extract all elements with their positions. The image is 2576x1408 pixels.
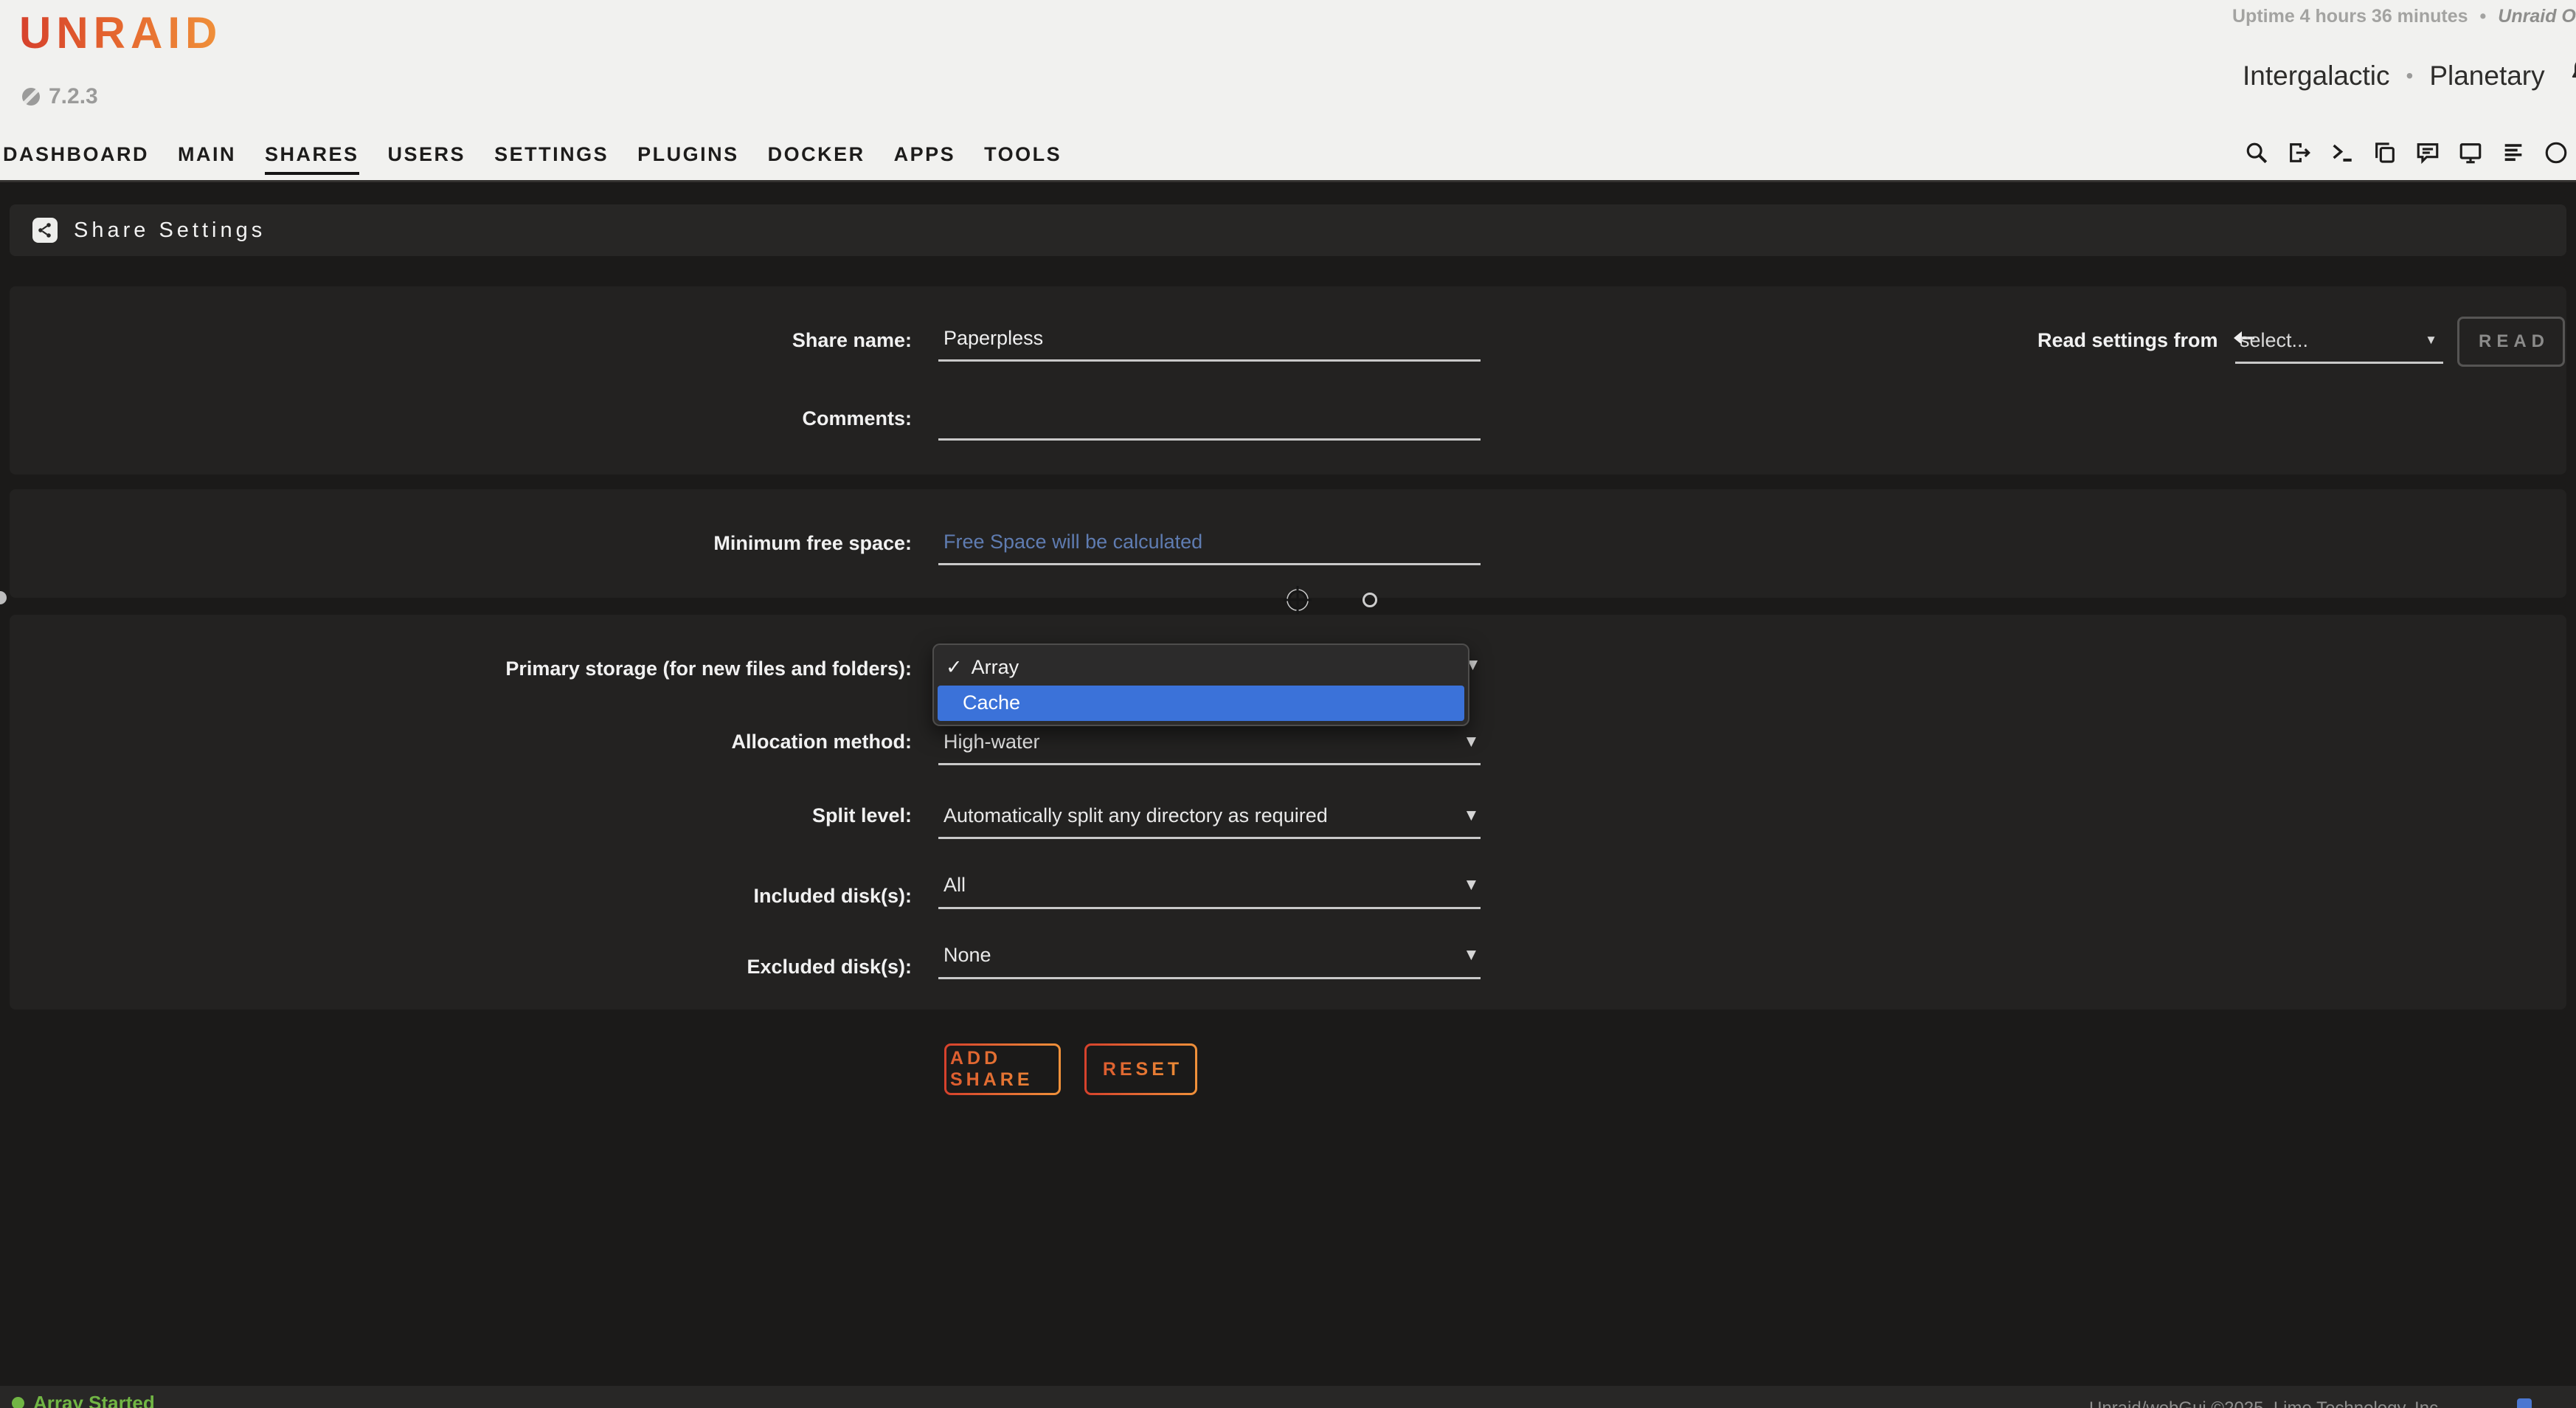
terminal-icon[interactable] <box>2330 140 2355 165</box>
comments-label: Comments: <box>0 407 912 430</box>
page-title: Share Settings <box>74 218 266 243</box>
unraid-share-settings-page: UNRAID 7.2.3 Uptime 4 hours 36 minutes•U… <box>0 0 2576 1408</box>
unraid-logo[interactable]: UNRAID <box>19 7 222 58</box>
search-icon[interactable] <box>2244 140 2269 165</box>
nav-settings[interactable]: SETTINGS <box>494 143 609 175</box>
chevron-down-icon: ▼ <box>1467 808 1476 823</box>
status-footer: Array Started Unraid/webGui ©2025, Lime … <box>0 1386 2576 1408</box>
read-settings-select[interactable]: select... ▼ <box>2235 329 2443 364</box>
lime-tech-icon[interactable] <box>2517 1398 2532 1408</box>
nav-dashboard[interactable]: DASHBOARD <box>3 143 149 175</box>
nav-apps[interactable]: APPS <box>894 143 956 175</box>
share-name-label: Share name: <box>0 329 912 352</box>
dropdown-option-array[interactable]: ✓ Array <box>946 656 1019 679</box>
chevron-down-icon: ▼ <box>2425 333 2437 348</box>
feedback-icon[interactable] <box>2415 140 2440 165</box>
log-icon[interactable] <box>2501 140 2526 165</box>
monitor-icon[interactable] <box>2458 140 2483 165</box>
nav-main[interactable]: MAIN <box>178 143 236 175</box>
primary-storage-label: Primary storage (for new files and folde… <box>0 658 912 680</box>
excluded-disks-select[interactable]: None ▼ <box>938 944 1481 979</box>
header-toolbar <box>2244 140 2569 165</box>
nav-docker[interactable]: DOCKER <box>768 143 865 175</box>
nav-plugins[interactable]: PLUGINS <box>637 143 739 175</box>
add-share-button[interactable]: ADD SHARE <box>944 1043 1061 1095</box>
dropdown-option-cache[interactable]: Cache <box>938 686 1464 721</box>
version-number: 7.2.3 <box>49 84 98 109</box>
included-disks-label: Included disk(s): <box>0 885 912 908</box>
nav-tools[interactable]: TOOLS <box>984 143 1062 175</box>
read-button[interactable]: READ <box>2457 317 2565 367</box>
section-titlebar: Share Settings <box>10 204 2566 256</box>
allocation-method-select[interactable]: High-water ▼ <box>938 731 1481 765</box>
read-settings-label: Read settings from <box>2037 329 2255 352</box>
min-free-space-input[interactable] <box>938 531 1481 565</box>
excluded-disks-label: Excluded disk(s): <box>0 956 912 979</box>
license-text: Unraid OS Starter <box>2498 6 2576 27</box>
server-identity: Intergalactic • Planetary <box>2243 58 2576 94</box>
version-icon <box>22 88 40 106</box>
allocation-method-label: Allocation method: <box>0 731 912 753</box>
split-level-select[interactable]: Automatically split any directory as req… <box>938 804 1481 839</box>
panel-share-identity <box>10 286 2566 474</box>
main-nav: DASHBOARD MAIN SHARES USERS SETTINGS PLU… <box>3 143 1062 175</box>
bell-icon[interactable] <box>2567 58 2576 94</box>
split-level-label: Split level: <box>0 804 912 827</box>
partial-circle-icon[interactable] <box>2544 140 2569 165</box>
copy-icon[interactable] <box>2372 140 2397 165</box>
min-free-space-label: Minimum free space: <box>0 532 912 555</box>
cursor-crosshair-icon <box>1283 585 1312 618</box>
included-disks-select[interactable]: All ▼ <box>938 874 1481 909</box>
version-badge: 7.2.3 <box>22 84 98 109</box>
share-icon[interactable] <box>32 218 58 243</box>
nav-shares[interactable]: SHARES <box>265 143 359 175</box>
server-description: Planetary <box>2429 61 2544 92</box>
primary-storage-dropdown: ✓ Array Cache <box>932 643 1469 726</box>
click-indicator-ring <box>1363 593 1377 607</box>
chevron-down-icon: ▼ <box>1467 734 1476 749</box>
reset-button[interactable]: RESET <box>1084 1043 1197 1095</box>
edge-handle-dot <box>0 591 7 604</box>
array-status[interactable]: Array Started <box>12 1392 155 1408</box>
comments-input[interactable] <box>938 406 1481 441</box>
sign-out-icon[interactable] <box>2287 140 2312 165</box>
app-header: UNRAID 7.2.3 Uptime 4 hours 36 minutes•U… <box>0 0 2576 182</box>
uptime-text: Uptime 4 hours 36 minutes <box>2232 6 2468 27</box>
copyright-text: Unraid/webGui ©2025, Lime Technology, In… <box>2089 1398 2443 1408</box>
share-name-input[interactable] <box>938 327 1481 362</box>
separator-dot: • <box>2480 6 2487 27</box>
nav-users[interactable]: USERS <box>388 143 466 175</box>
server-name: Intergalactic <box>2243 61 2390 92</box>
chevron-down-icon: ▼ <box>1467 877 1476 892</box>
check-icon: ✓ <box>946 656 963 679</box>
status-dot-icon <box>12 1397 24 1408</box>
uptime-status: Uptime 4 hours 36 minutes • Unraid OS Star… <box>2232 6 2576 27</box>
separator-dot: • <box>2406 64 2414 88</box>
chevron-down-icon: ▼ <box>1467 948 1476 962</box>
